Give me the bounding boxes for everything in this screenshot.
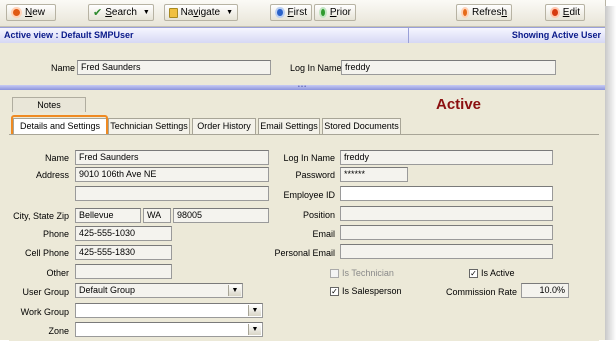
city-field[interactable]: Bellevue [75,208,141,223]
is-active-check-icon: ✓ [470,269,477,278]
summary-login-field[interactable]: freddy [341,60,556,75]
tab-order-history[interactable]: Order History [192,118,256,134]
summary-name-field[interactable]: Fred Saunders [77,60,271,75]
navigate-button[interactable]: Navigate ▼ [164,4,238,21]
prior-label: Prior [329,7,351,18]
other-label: Other [46,268,69,278]
navigate-dropdown-icon: ▼ [226,9,233,16]
cell-phone-label: Cell Phone [24,248,69,258]
is-technician-checkbox[interactable] [330,269,339,278]
other-field[interactable] [75,264,172,279]
employee-id-field[interactable] [340,186,553,201]
view-bar: Active view : Default SMPUser Showing Ac… [0,27,605,44]
first-icon [275,7,285,18]
app-window: New ✔ Search ▼ Navigate ▼ First Prior Re… [0,0,606,341]
first-button[interactable]: First [270,4,312,21]
search-label: Search [105,7,137,18]
summary-name-label: Name [51,63,76,73]
refresh-label: Refresh [471,7,507,18]
refresh-icon [461,7,469,18]
refresh-button[interactable]: Refresh [456,4,512,21]
new-button[interactable]: New [6,4,56,21]
window-shadow [605,6,616,340]
cell-phone-field[interactable]: 425-555-1830 [75,245,172,260]
city-state-zip-label: City, State Zip [13,211,69,221]
commission-rate-label: Commission Rate [445,287,517,297]
position-field[interactable] [340,206,553,221]
email-label: Email [312,229,335,239]
name-field[interactable]: Fred Saunders [75,150,269,165]
position-label: Position [302,210,335,220]
edit-icon [550,7,560,18]
tab-notes[interactable]: Notes [12,97,86,112]
login-name-label: Log In Name [283,153,335,163]
navigate-icon [169,7,178,18]
personal-email-field[interactable] [340,244,553,259]
tab-email-settings[interactable]: Email Settings [258,118,320,134]
name-label: Name [44,153,69,163]
password-label: Password [295,170,335,180]
summary-login-label: Log In Name [290,63,342,73]
is-salesperson-check-icon: ✓ [331,287,338,296]
search-dropdown-icon: ▼ [142,9,150,16]
tab-stored-documents[interactable]: Stored Documents [322,118,401,134]
phone-label: Phone [42,229,69,239]
password-field[interactable]: ****** [340,167,408,182]
zone-dropdown-icon[interactable]: ▼ [248,324,261,335]
zone-select[interactable]: ▼ [75,322,263,337]
first-label: First [287,7,307,18]
summary-panel: Name Fred Saunders Log In Name freddy [0,43,605,85]
zone-label: Zone [48,326,69,336]
login-name-field[interactable]: freddy [340,150,553,165]
personal-email-label: Personal Email [274,248,335,258]
view-bar-divider [408,28,409,43]
showing-status-label: Showing Active User [511,30,601,40]
prior-button[interactable]: Prior [314,4,356,21]
new-icon [11,7,22,18]
details-panel: Name Fred Saunders Address 9010 106th Av… [9,134,599,341]
search-icon: ✔ [93,6,103,19]
address-line2-field[interactable] [75,186,269,201]
edit-label: Edit [562,7,580,18]
phone-field[interactable]: 425-555-1030 [75,226,172,241]
active-view-label: Active view : Default SMPUser [4,30,134,40]
user-group-value: Default Group [79,285,136,295]
employee-id-label: Employee ID [283,190,335,200]
work-group-select[interactable]: ▼ [75,303,263,318]
tab-technician-settings[interactable]: Technician Settings [108,118,190,134]
email-field[interactable] [340,225,553,240]
status-title: Active [436,96,482,113]
splitter-grip-icon: • • • [298,84,307,90]
user-group-select[interactable]: Default Group ▼ [75,283,243,298]
address-line1-field[interactable]: 9010 106th Ave NE [75,167,269,182]
state-field[interactable]: WA [143,208,171,223]
is-active-checkbox[interactable]: ✓ [469,269,478,278]
new-label: New [25,7,46,18]
work-group-dropdown-icon[interactable]: ▼ [248,305,261,316]
edit-button[interactable]: Edit [545,4,585,21]
address-label: Address [35,170,69,180]
is-salesperson-checkbox[interactable]: ✓ [330,287,339,296]
is-active-label: Is Active [481,268,515,278]
is-technician-label: Is Technician [342,268,394,278]
commission-rate-field[interactable]: 10.0% [521,283,569,298]
navigate-label: Navigate [180,7,221,18]
user-group-dropdown-icon[interactable]: ▼ [228,285,241,296]
panel-splitter[interactable]: • • • [0,85,605,90]
work-group-label: Work Group [20,307,69,317]
toolbar: New ✔ Search ▼ Navigate ▼ First Prior Re… [0,0,605,27]
search-button[interactable]: ✔ Search ▼ [88,4,154,21]
is-salesperson-label: Is Salesperson [342,286,402,296]
prior-icon [319,7,327,18]
user-group-label: User Group [22,287,69,297]
